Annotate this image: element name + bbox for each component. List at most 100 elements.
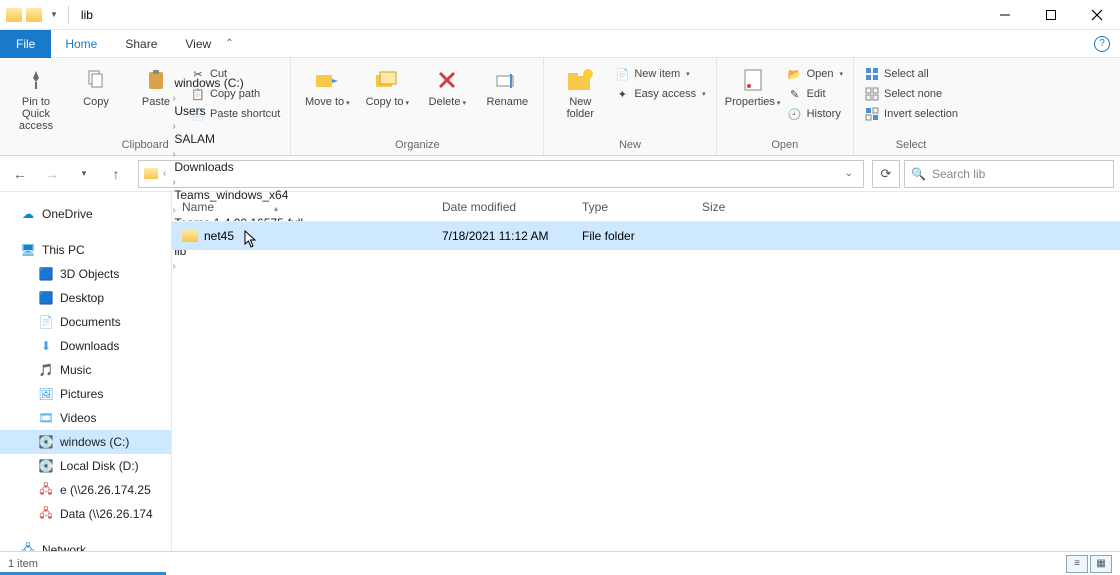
- back-button[interactable]: ←: [6, 160, 34, 188]
- edit-button[interactable]: ✎Edit: [787, 86, 843, 102]
- close-button[interactable]: [1074, 0, 1120, 30]
- col-date[interactable]: Date modified: [442, 200, 582, 214]
- col-size[interactable]: Size: [702, 200, 782, 214]
- separator: [68, 6, 69, 24]
- chevron-right-icon[interactable]: ›: [170, 121, 177, 132]
- chevron-right-icon[interactable]: ›: [170, 177, 177, 188]
- nav-item-icon: 🟦: [38, 290, 54, 306]
- col-type[interactable]: Type: [582, 200, 702, 214]
- nav-item[interactable]: 🖧e (\\26.26.174.25: [0, 478, 171, 502]
- select-none-button[interactable]: Select none: [864, 86, 958, 102]
- invert-icon: [864, 106, 880, 122]
- file-tab[interactable]: File: [0, 30, 51, 58]
- ribbon-group-new: New folder 📄New item▾ ✦Easy access▾ New: [544, 58, 716, 155]
- details-view-button[interactable]: ≡: [1066, 555, 1088, 573]
- nav-item[interactable]: 💽Local Disk (D:): [0, 454, 171, 478]
- file-name: net45: [204, 229, 234, 243]
- breadcrumb-segment[interactable]: SALAM: [170, 132, 307, 146]
- nav-item-icon: 🖼: [38, 386, 54, 402]
- copy-to-icon: [373, 66, 401, 94]
- breadcrumb-segment[interactable]: windows (C:): [170, 76, 307, 90]
- easy-access-button[interactable]: ✦Easy access▾: [614, 86, 705, 102]
- search-input[interactable]: 🔍 Search lib: [904, 160, 1114, 188]
- nav-item-icon: ⬇: [38, 338, 54, 354]
- pin-quick-access-button[interactable]: Pin to Quick access: [10, 62, 62, 132]
- history-button[interactable]: 🕘History: [787, 106, 843, 122]
- properties-button[interactable]: Properties▾: [727, 62, 779, 110]
- nav-item[interactable]: 🟦3D Objects: [0, 262, 171, 286]
- qat-dropdown[interactable]: ▼: [46, 10, 62, 19]
- folder-icon: [6, 7, 22, 23]
- new-item-button[interactable]: 📄New item▾: [614, 66, 705, 82]
- maximize-button[interactable]: [1028, 0, 1074, 30]
- recent-dropdown[interactable]: ▾: [70, 160, 98, 188]
- ribbon-group-open: Properties▾ 📂Open▾ ✎Edit 🕘History Open: [717, 58, 854, 155]
- rename-icon: [493, 66, 521, 94]
- search-icon: 🔍: [911, 167, 926, 181]
- col-name[interactable]: Name: [182, 200, 214, 214]
- nav-item-icon: 💽: [38, 458, 54, 474]
- new-folder-button[interactable]: New folder: [554, 62, 606, 120]
- refresh-button[interactable]: ⟳: [872, 160, 900, 188]
- copy-to-button[interactable]: Copy to▾: [361, 62, 413, 110]
- nav-item-icon: 🟦: [38, 266, 54, 282]
- nav-item[interactable]: 📄Documents: [0, 310, 171, 334]
- address-bar[interactable]: ‹ windows (C:)›Users›SALAM›Downloads›Tea…: [138, 160, 864, 188]
- nav-item[interactable]: ⬇Downloads: [0, 334, 171, 358]
- column-headers[interactable]: Name▴ Date modified Type Size: [172, 192, 1120, 222]
- paste-icon: [142, 66, 170, 94]
- titlebar: ▼ lib: [0, 0, 1120, 30]
- navigation-pane[interactable]: ☁OneDrive 🖥This PC 🟦3D Objects🟦Desktop📄D…: [0, 192, 172, 551]
- address-dropdown[interactable]: ⌄: [839, 168, 859, 179]
- share-tab[interactable]: Share: [111, 30, 171, 58]
- up-button[interactable]: ↑: [102, 160, 130, 188]
- folder-icon: [26, 7, 42, 23]
- nav-item-icon: 🖧: [38, 506, 54, 522]
- breadcrumb-segment[interactable]: Users: [170, 104, 307, 118]
- open-icon: 📂: [787, 66, 803, 82]
- file-list: Name▴ Date modified Type Size net45 7/18/…: [172, 192, 1120, 551]
- nav-item[interactable]: 🖧Data (\\26.26.174: [0, 502, 171, 526]
- move-to-button[interactable]: Move to▾: [301, 62, 353, 110]
- nav-item-icon: 🎞: [38, 410, 54, 426]
- nav-item[interactable]: 💽windows (C:): [0, 430, 171, 454]
- ribbon: Pin to Quick access Copy Paste ✂Cut 📋Cop…: [0, 58, 1120, 156]
- nav-network[interactable]: 🖧Network: [0, 538, 171, 551]
- file-date: 7/18/2021 11:12 AM: [442, 229, 582, 243]
- group-label: Select: [864, 139, 958, 153]
- ribbon-tabs: File Home Share View ⌃ ?: [0, 30, 1120, 58]
- invert-selection-button[interactable]: Invert selection: [864, 106, 958, 122]
- forward-button[interactable]: →: [38, 160, 66, 188]
- navigation-row: ← → ▾ ↑ ‹ windows (C:)›Users›SALAM›Downl…: [0, 156, 1120, 192]
- nav-item[interactable]: 🎵Music: [0, 358, 171, 382]
- status-bar: 1 item ≡ ▦: [0, 551, 1120, 575]
- select-all-button[interactable]: Select all: [864, 66, 958, 82]
- collapse-ribbon-icon[interactable]: ⌃: [225, 38, 233, 49]
- chevron-right-icon[interactable]: ›: [170, 149, 177, 160]
- chevron-right-icon[interactable]: ›: [170, 93, 177, 104]
- chevron-left-icon[interactable]: ‹: [161, 168, 168, 179]
- help-button[interactable]: ?: [1094, 36, 1110, 52]
- copy-icon: [82, 66, 110, 94]
- folder-icon: [182, 228, 198, 244]
- network-icon: 🖧: [20, 542, 36, 551]
- home-tab[interactable]: Home: [51, 30, 111, 58]
- rename-button[interactable]: Rename: [481, 62, 533, 108]
- open-button[interactable]: 📂Open▾: [787, 66, 843, 82]
- file-row[interactable]: net457/18/2021 11:12 AMFile folder: [172, 222, 1120, 250]
- close-icon: [1091, 9, 1103, 21]
- nav-this-pc[interactable]: 🖥This PC: [0, 238, 171, 262]
- minimize-button[interactable]: [982, 0, 1028, 30]
- nav-item-icon: 📄: [38, 314, 54, 330]
- view-tab[interactable]: View: [171, 30, 225, 58]
- edit-icon: ✎: [787, 86, 803, 102]
- nav-onedrive[interactable]: ☁OneDrive: [0, 202, 171, 226]
- copy-button[interactable]: Copy: [70, 62, 122, 108]
- nav-item[interactable]: 🟦Desktop: [0, 286, 171, 310]
- nav-item[interactable]: 🖼Pictures: [0, 382, 171, 406]
- breadcrumb-segment[interactable]: Downloads: [170, 160, 307, 174]
- new-item-icon: 📄: [614, 66, 630, 82]
- delete-button[interactable]: Delete▾: [421, 62, 473, 110]
- nav-item[interactable]: 🎞Videos: [0, 406, 171, 430]
- thumbnails-view-button[interactable]: ▦: [1090, 555, 1112, 573]
